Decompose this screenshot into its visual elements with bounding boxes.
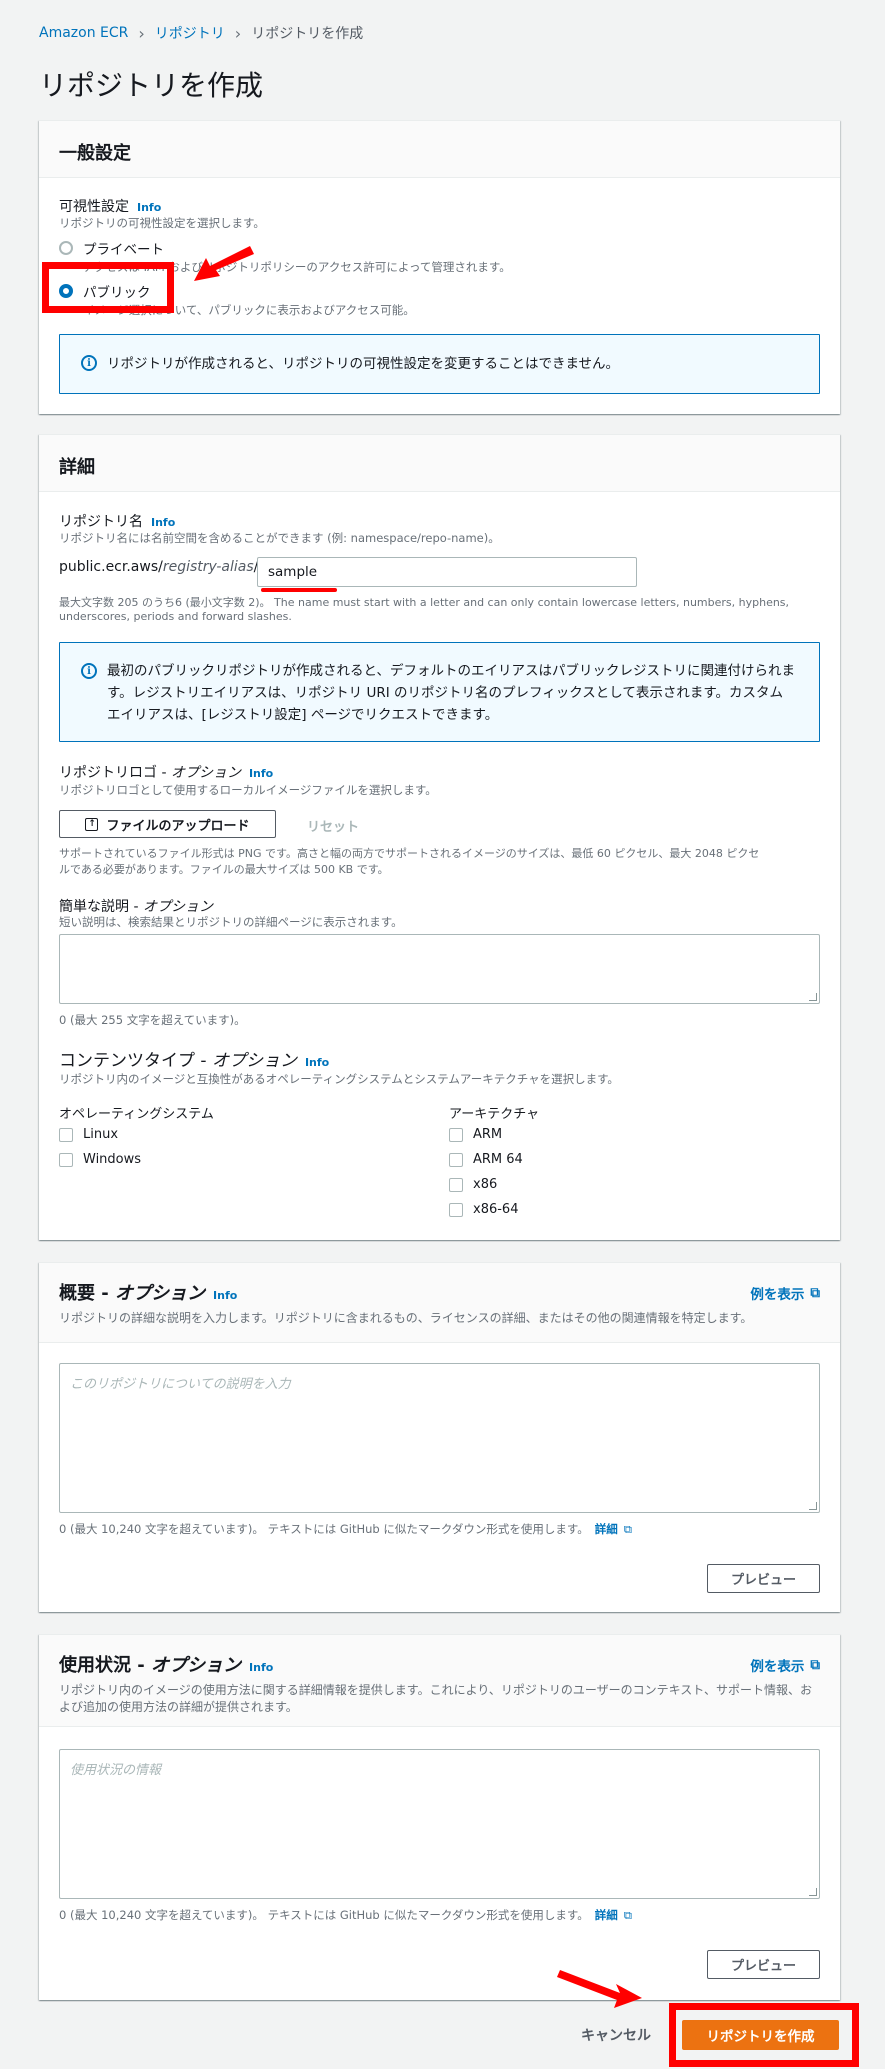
- annotation-arrows: [194, 246, 642, 2008]
- arrow-to-create-icon: [557, 1970, 642, 2008]
- arrow-to-public-icon: [194, 246, 254, 281]
